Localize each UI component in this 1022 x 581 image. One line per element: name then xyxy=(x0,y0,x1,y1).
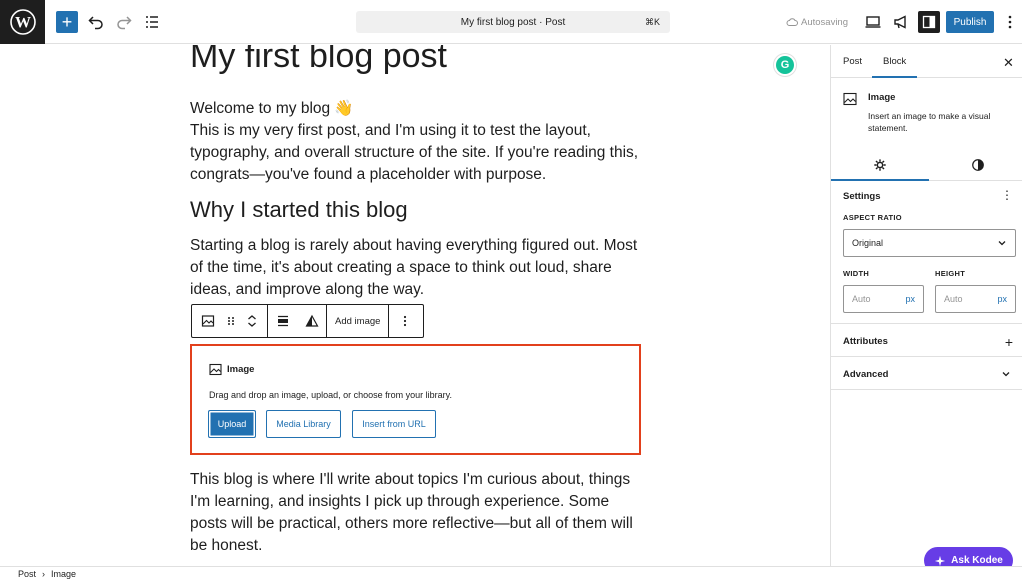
tab-block[interactable]: Block xyxy=(883,56,906,67)
publish-button[interactable]: Publish xyxy=(946,11,994,33)
document-title: My first blog post · Post xyxy=(460,16,566,28)
breadcrumb-post[interactable]: Post xyxy=(18,569,36,579)
divider xyxy=(831,356,1022,357)
intro-text: This is my very first post, and I'm usin… xyxy=(190,122,639,183)
document-overview-icon[interactable] xyxy=(142,12,162,32)
width-label: WIDTH xyxy=(843,269,870,278)
close-icon[interactable]: ✕ xyxy=(1003,55,1014,71)
drag-handle-icon[interactable] xyxy=(224,305,238,337)
add-image-button[interactable]: Add image xyxy=(327,305,388,337)
intro-greeting: Welcome to my blog 👋 xyxy=(190,100,354,117)
block-name: Image xyxy=(868,92,896,103)
wordpress-logo-icon[interactable]: W xyxy=(0,0,45,44)
top-toolbar: W + My first blog post · Post ⌘K Autosav… xyxy=(0,0,1022,44)
image-block-icon[interactable] xyxy=(192,305,224,337)
cloud-icon xyxy=(786,18,798,26)
more-options-icon[interactable] xyxy=(1000,12,1020,32)
image-icon xyxy=(209,363,222,376)
image-block-title: Image xyxy=(227,364,255,375)
settings-options-icon[interactable]: ⋮ xyxy=(1001,188,1013,202)
plus-icon: + xyxy=(1004,334,1013,350)
settings-gear-icon[interactable] xyxy=(872,157,888,173)
undo-icon[interactable] xyxy=(86,12,106,32)
tab-post[interactable]: Post xyxy=(843,56,862,67)
block-inspector-tabs xyxy=(831,148,1022,181)
image-icon xyxy=(843,92,857,111)
block-options-icon[interactable] xyxy=(389,305,421,337)
paragraph-3[interactable]: This blog is where I'll write about topi… xyxy=(190,469,650,557)
breadcrumb-image[interactable]: Image xyxy=(51,569,76,579)
megaphone-icon[interactable] xyxy=(891,12,911,32)
image-block-description: Drag and drop an image, upload, or choos… xyxy=(209,390,452,400)
active-subtab-indicator xyxy=(831,179,929,181)
paragraph-2[interactable]: Starting a blog is rarely about having e… xyxy=(190,235,650,301)
chevron-down-icon xyxy=(1002,372,1010,377)
document-title-bar[interactable]: My first blog post · Post ⌘K xyxy=(356,11,670,33)
settings-sidebar-icon[interactable] xyxy=(918,11,940,33)
alignment-group xyxy=(268,305,327,337)
height-unit[interactable]: px xyxy=(997,294,1007,304)
media-library-button[interactable]: Media Library xyxy=(266,410,341,438)
plus-icon: + xyxy=(61,12,73,32)
width-field[interactable]: Auto px xyxy=(843,285,924,313)
divider xyxy=(831,389,1022,390)
editor-canvas[interactable]: My first blog post G Welcome to my blog … xyxy=(0,45,830,566)
breadcrumb: Post › Image xyxy=(0,566,1022,581)
block-description: Insert an image to make a visual stateme… xyxy=(868,111,991,133)
block-type-group xyxy=(192,305,268,337)
insert-from-url-button[interactable]: Insert from URL xyxy=(352,410,436,438)
add-block-button[interactable]: + xyxy=(56,11,78,33)
sidebar-tabs: Post Block ✕ xyxy=(831,45,1022,78)
block-options-group xyxy=(389,305,421,337)
block-toolbar: Add image xyxy=(191,304,424,338)
settings-sidebar: Post Block ✕ Image Insert an image to ma… xyxy=(830,45,1022,566)
advanced-panel-toggle[interactable]: Advanced xyxy=(843,369,1013,380)
command-shortcut: ⌘K xyxy=(644,17,660,27)
svg-text:W: W xyxy=(15,15,31,32)
active-tab-indicator xyxy=(872,76,917,78)
breadcrumb-separator: › xyxy=(42,569,46,579)
settings-heading: Settings xyxy=(843,191,881,202)
image-block-header: Image xyxy=(209,363,254,376)
move-up-down-icon[interactable] xyxy=(238,305,266,337)
height-field[interactable]: Auto px xyxy=(935,285,1016,313)
upload-button[interactable]: Upload xyxy=(208,410,256,438)
intro-paragraph[interactable]: Welcome to my blog 👋 This is my very fir… xyxy=(190,98,650,186)
align-icon[interactable] xyxy=(268,305,298,337)
sparkle-icon xyxy=(935,555,946,566)
section-heading[interactable]: Why I started this blog xyxy=(190,197,408,223)
width-unit[interactable]: px xyxy=(905,294,915,304)
preview-icon[interactable] xyxy=(863,12,883,32)
add-image-group: Add image xyxy=(327,305,390,337)
image-placeholder-block[interactable]: Image Drag and drop an image, upload, or… xyxy=(190,344,641,455)
autosave-status: Autosaving xyxy=(786,16,848,28)
chevron-down-icon xyxy=(998,241,1006,246)
grammarly-icon[interactable]: G xyxy=(776,56,794,74)
height-label: HEIGHT xyxy=(935,269,966,278)
divider xyxy=(831,323,1022,324)
post-title[interactable]: My first blog post xyxy=(190,45,447,76)
duotone-filter-icon[interactable] xyxy=(298,305,326,337)
aspect-ratio-select[interactable]: Original xyxy=(843,229,1016,257)
redo-icon[interactable] xyxy=(114,12,134,32)
styles-contrast-icon[interactable] xyxy=(970,157,986,173)
attributes-panel-toggle[interactable]: Attributes + xyxy=(843,334,1013,350)
aspect-ratio-label: ASPECT RATIO xyxy=(843,213,902,222)
